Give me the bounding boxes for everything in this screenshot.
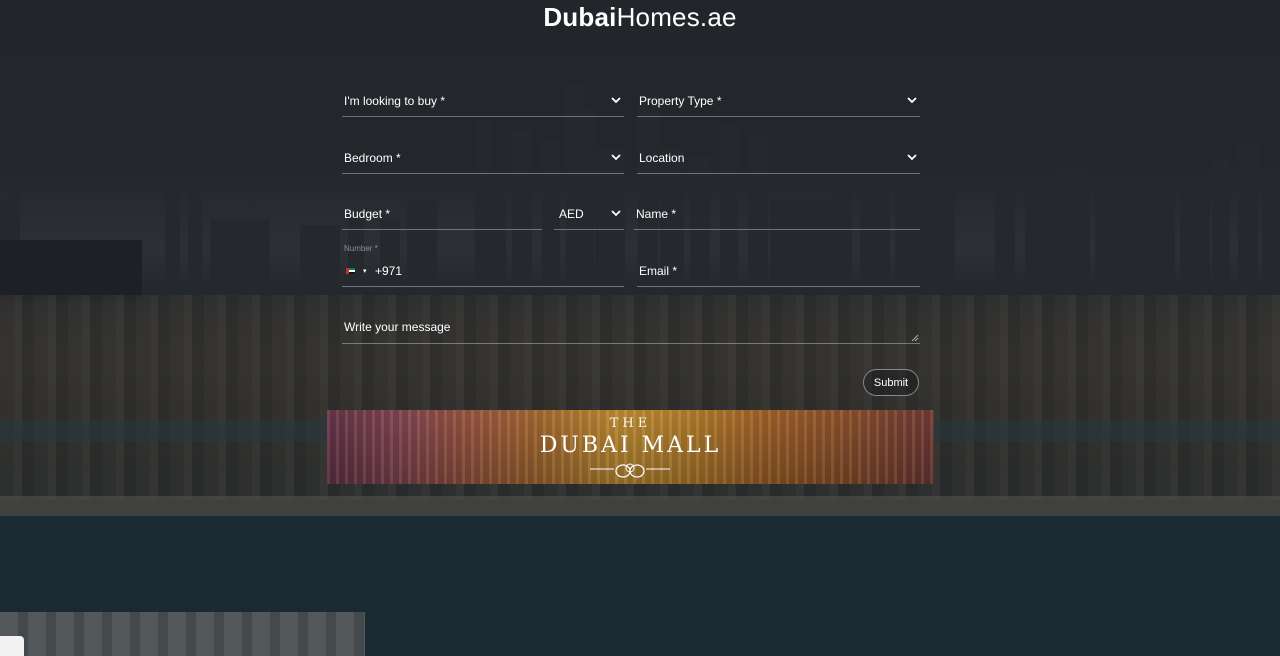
banner-line1: THE [609,416,652,431]
property-type-select[interactable]: Property Type * [637,84,920,117]
name-input[interactable]: Name * [634,197,920,230]
submit-button[interactable]: Submit [863,369,919,396]
logo-light-text: Homes.ae [616,2,737,32]
chevron-down-icon [907,95,917,105]
name-label: Name * [636,207,677,221]
location-select[interactable]: Location [637,141,920,174]
ornament-icon [590,463,670,478]
dial-code: +971 [375,264,403,278]
phone-small-label: Number * [344,244,378,253]
recaptcha-badge[interactable] [0,636,24,656]
enquiry-form: I'm looking to buy * Property Type * Bed… [342,84,920,404]
chevron-down-icon [907,152,917,162]
site-logo[interactable]: DubaiHomes.ae [0,2,1280,32]
email-label: Email * [639,264,678,278]
message-placeholder: Write your message [344,320,451,334]
banner-line2: DUBAI MALL [539,433,722,458]
resize-grip-icon[interactable] [911,334,919,342]
location-label: Location [639,151,685,165]
phone-field[interactable]: Number * ▾ +971 [342,84,624,287]
email-input[interactable]: Email * [637,254,920,287]
dubai-mall-banner[interactable]: THE DUBAI MALL [327,410,934,484]
logo-bold-text: Dubai [543,2,617,32]
property-type-label: Property Type * [639,94,722,108]
phone-underline [342,286,624,287]
uae-flag-icon[interactable] [346,268,355,274]
message-textarea[interactable]: Write your message [342,310,920,344]
country-caret-icon[interactable]: ▾ [363,267,367,275]
